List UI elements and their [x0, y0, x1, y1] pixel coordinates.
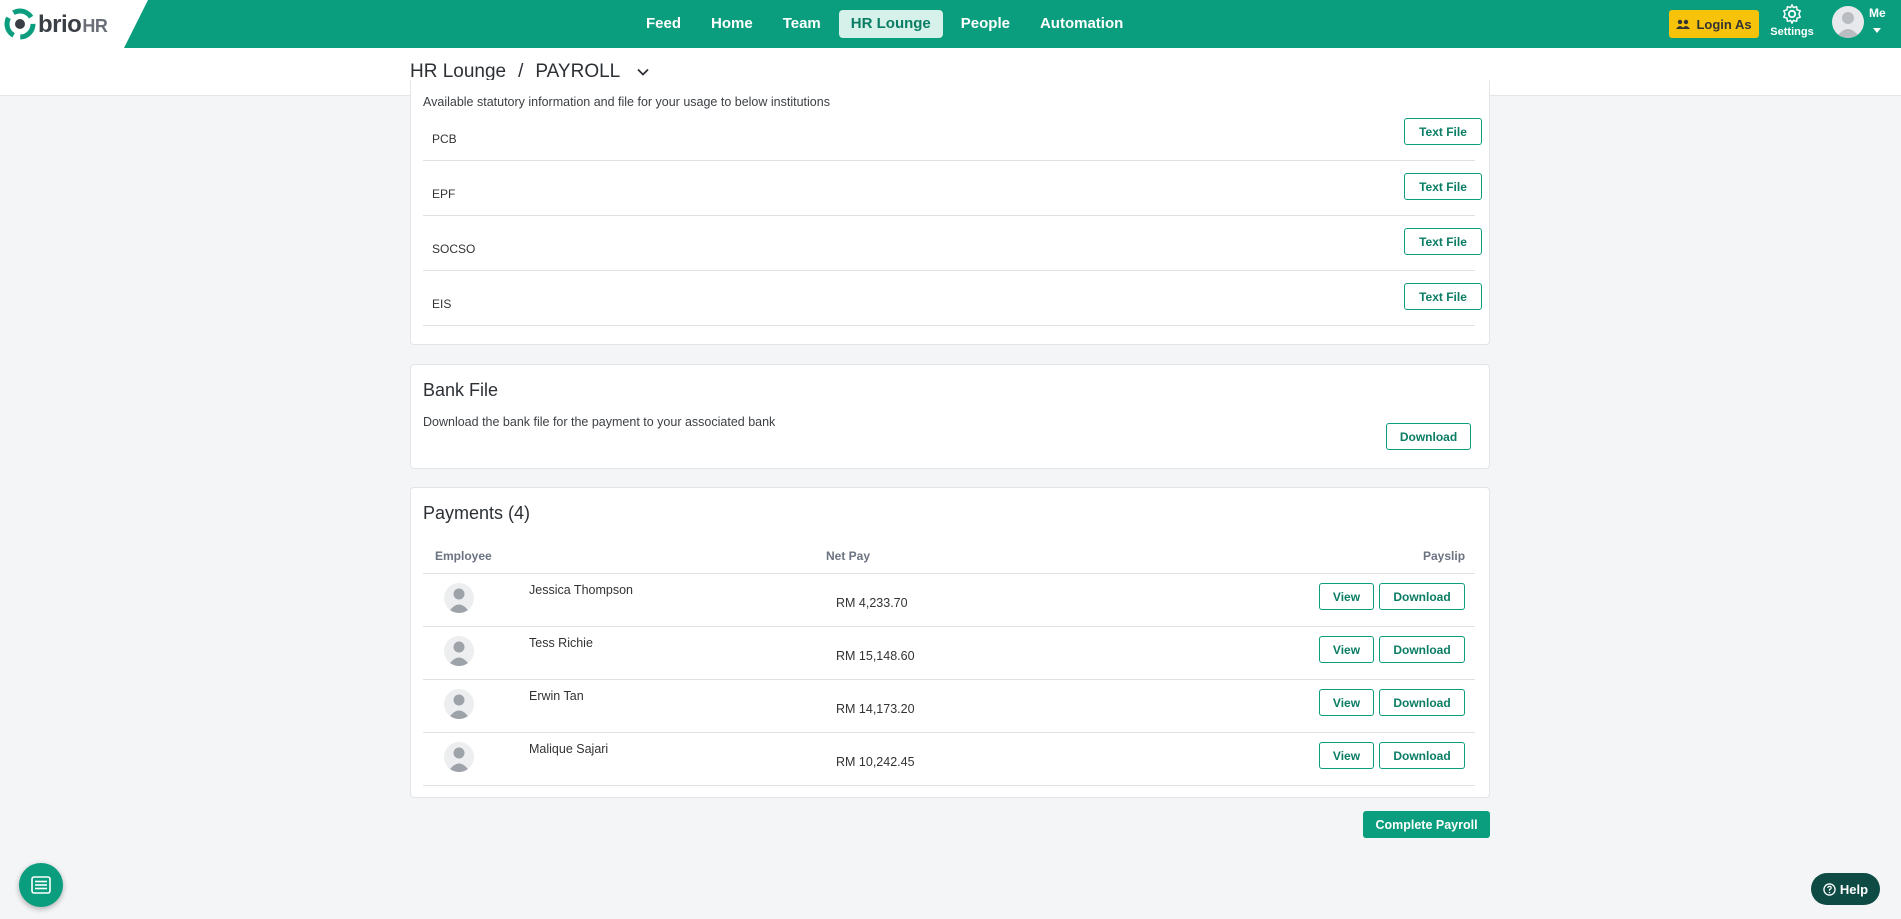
table-row: Tess Richie RM 15,148.60 View Download	[423, 627, 1475, 680]
net-pay: RM 14,173.20	[836, 702, 915, 716]
net-pay: RM 15,148.60	[836, 649, 915, 663]
table-row: Malique Sajari RM 10,242.45 View Downloa…	[423, 733, 1475, 786]
brio-logo-icon	[4, 8, 36, 40]
statutory-name: SOCSO	[432, 242, 476, 256]
nav-automation[interactable]: Automation	[1028, 10, 1135, 38]
statutory-row-socso: SOCSO Text File	[423, 216, 1482, 271]
users-icon	[1676, 19, 1691, 29]
nav-team[interactable]: Team	[771, 10, 833, 38]
bank-file-title: Bank File	[423, 380, 499, 400]
view-payslip-button[interactable]: View	[1319, 636, 1374, 663]
settings-button[interactable]: Settings	[1770, 3, 1814, 38]
bank-file-card: Bank File Download the bank file for the…	[410, 364, 1490, 469]
employee-name: Jessica Thompson	[529, 583, 633, 597]
avatar-icon	[444, 636, 474, 666]
menu-icon	[31, 876, 51, 894]
menu-fab-button[interactable]	[19, 863, 63, 907]
user-label: Me	[1869, 6, 1886, 20]
nav-hr-lounge[interactable]: HR Lounge	[838, 10, 943, 38]
statutory-name: EIS	[432, 297, 452, 311]
pcb-text-file-button[interactable]: Text File	[1404, 118, 1482, 145]
logo[interactable]: brioHR	[0, 0, 148, 48]
help-circle-icon	[1823, 882, 1836, 896]
nav-people[interactable]: People	[949, 10, 1022, 38]
bank-file-description: Download the bank file for the payment t…	[423, 415, 776, 429]
caret-down-icon	[1873, 28, 1881, 33]
avatar-icon	[444, 583, 474, 613]
avatar-icon	[1832, 6, 1864, 38]
main-nav: Feed Home Team HR Lounge People Automati…	[634, 10, 1141, 38]
eis-text-file-button[interactable]: Text File	[1404, 283, 1482, 310]
statutory-row-pcb: PCB Text File	[423, 106, 1482, 161]
login-as-label: Login As	[1696, 16, 1752, 32]
statutory-row-eis: EIS Text File	[423, 271, 1482, 326]
epf-text-file-button[interactable]: Text File	[1404, 173, 1482, 200]
statutory-card: Available statutory information and file…	[410, 80, 1490, 345]
net-pay: RM 4,233.70	[836, 596, 908, 610]
logo-text: brioHR	[38, 11, 108, 38]
nav-home[interactable]: Home	[699, 10, 765, 38]
view-payslip-button[interactable]: View	[1319, 583, 1374, 610]
employee-name: Tess Richie	[529, 636, 593, 650]
gear-icon	[1783, 4, 1801, 24]
view-payslip-button[interactable]: View	[1319, 742, 1374, 769]
login-as-button[interactable]: Login As	[1669, 10, 1759, 38]
download-payslip-button[interactable]: Download	[1379, 583, 1465, 610]
nav-feed[interactable]: Feed	[634, 10, 693, 38]
view-payslip-button[interactable]: View	[1319, 689, 1374, 716]
help-button[interactable]: Help	[1811, 873, 1880, 905]
top-navbar: brioHR Feed Home Team HR Lounge People A…	[0, 0, 1901, 48]
complete-payroll-button[interactable]: Complete Payroll	[1363, 811, 1490, 838]
net-pay: RM 10,242.45	[836, 755, 915, 769]
employee-name: Malique Sajari	[529, 742, 609, 756]
statutory-row-epf: EPF Text File	[423, 161, 1482, 216]
settings-label: Settings	[1770, 26, 1814, 38]
socso-text-file-button[interactable]: Text File	[1404, 228, 1482, 255]
column-payslip: Payslip	[1423, 549, 1466, 563]
table-row: Erwin Tan RM 14,173.20 View Download	[423, 680, 1475, 733]
payments-title: Payments (4)	[423, 503, 531, 523]
avatar-icon	[444, 742, 474, 772]
download-payslip-button[interactable]: Download	[1379, 689, 1465, 716]
help-label: Help	[1839, 881, 1869, 897]
download-payslip-button[interactable]: Download	[1379, 636, 1465, 663]
column-net-pay: Net Pay	[826, 549, 871, 563]
bank-file-download-button[interactable]: Download	[1386, 423, 1471, 450]
chevron-down-icon[interactable]	[636, 65, 650, 79]
statutory-name: EPF	[432, 187, 456, 201]
avatar-icon	[444, 689, 474, 719]
employee-name: Erwin Tan	[529, 689, 584, 703]
download-payslip-button[interactable]: Download	[1379, 742, 1465, 769]
statutory-name: PCB	[432, 132, 457, 146]
column-employee: Employee	[435, 549, 492, 563]
table-row: Jessica Thompson RM 4,233.70 View Downlo…	[423, 574, 1475, 627]
user-menu[interactable]: Me	[1832, 6, 1892, 42]
payments-card: Payments (4) Employee Net Pay Payslip Je…	[410, 487, 1490, 798]
